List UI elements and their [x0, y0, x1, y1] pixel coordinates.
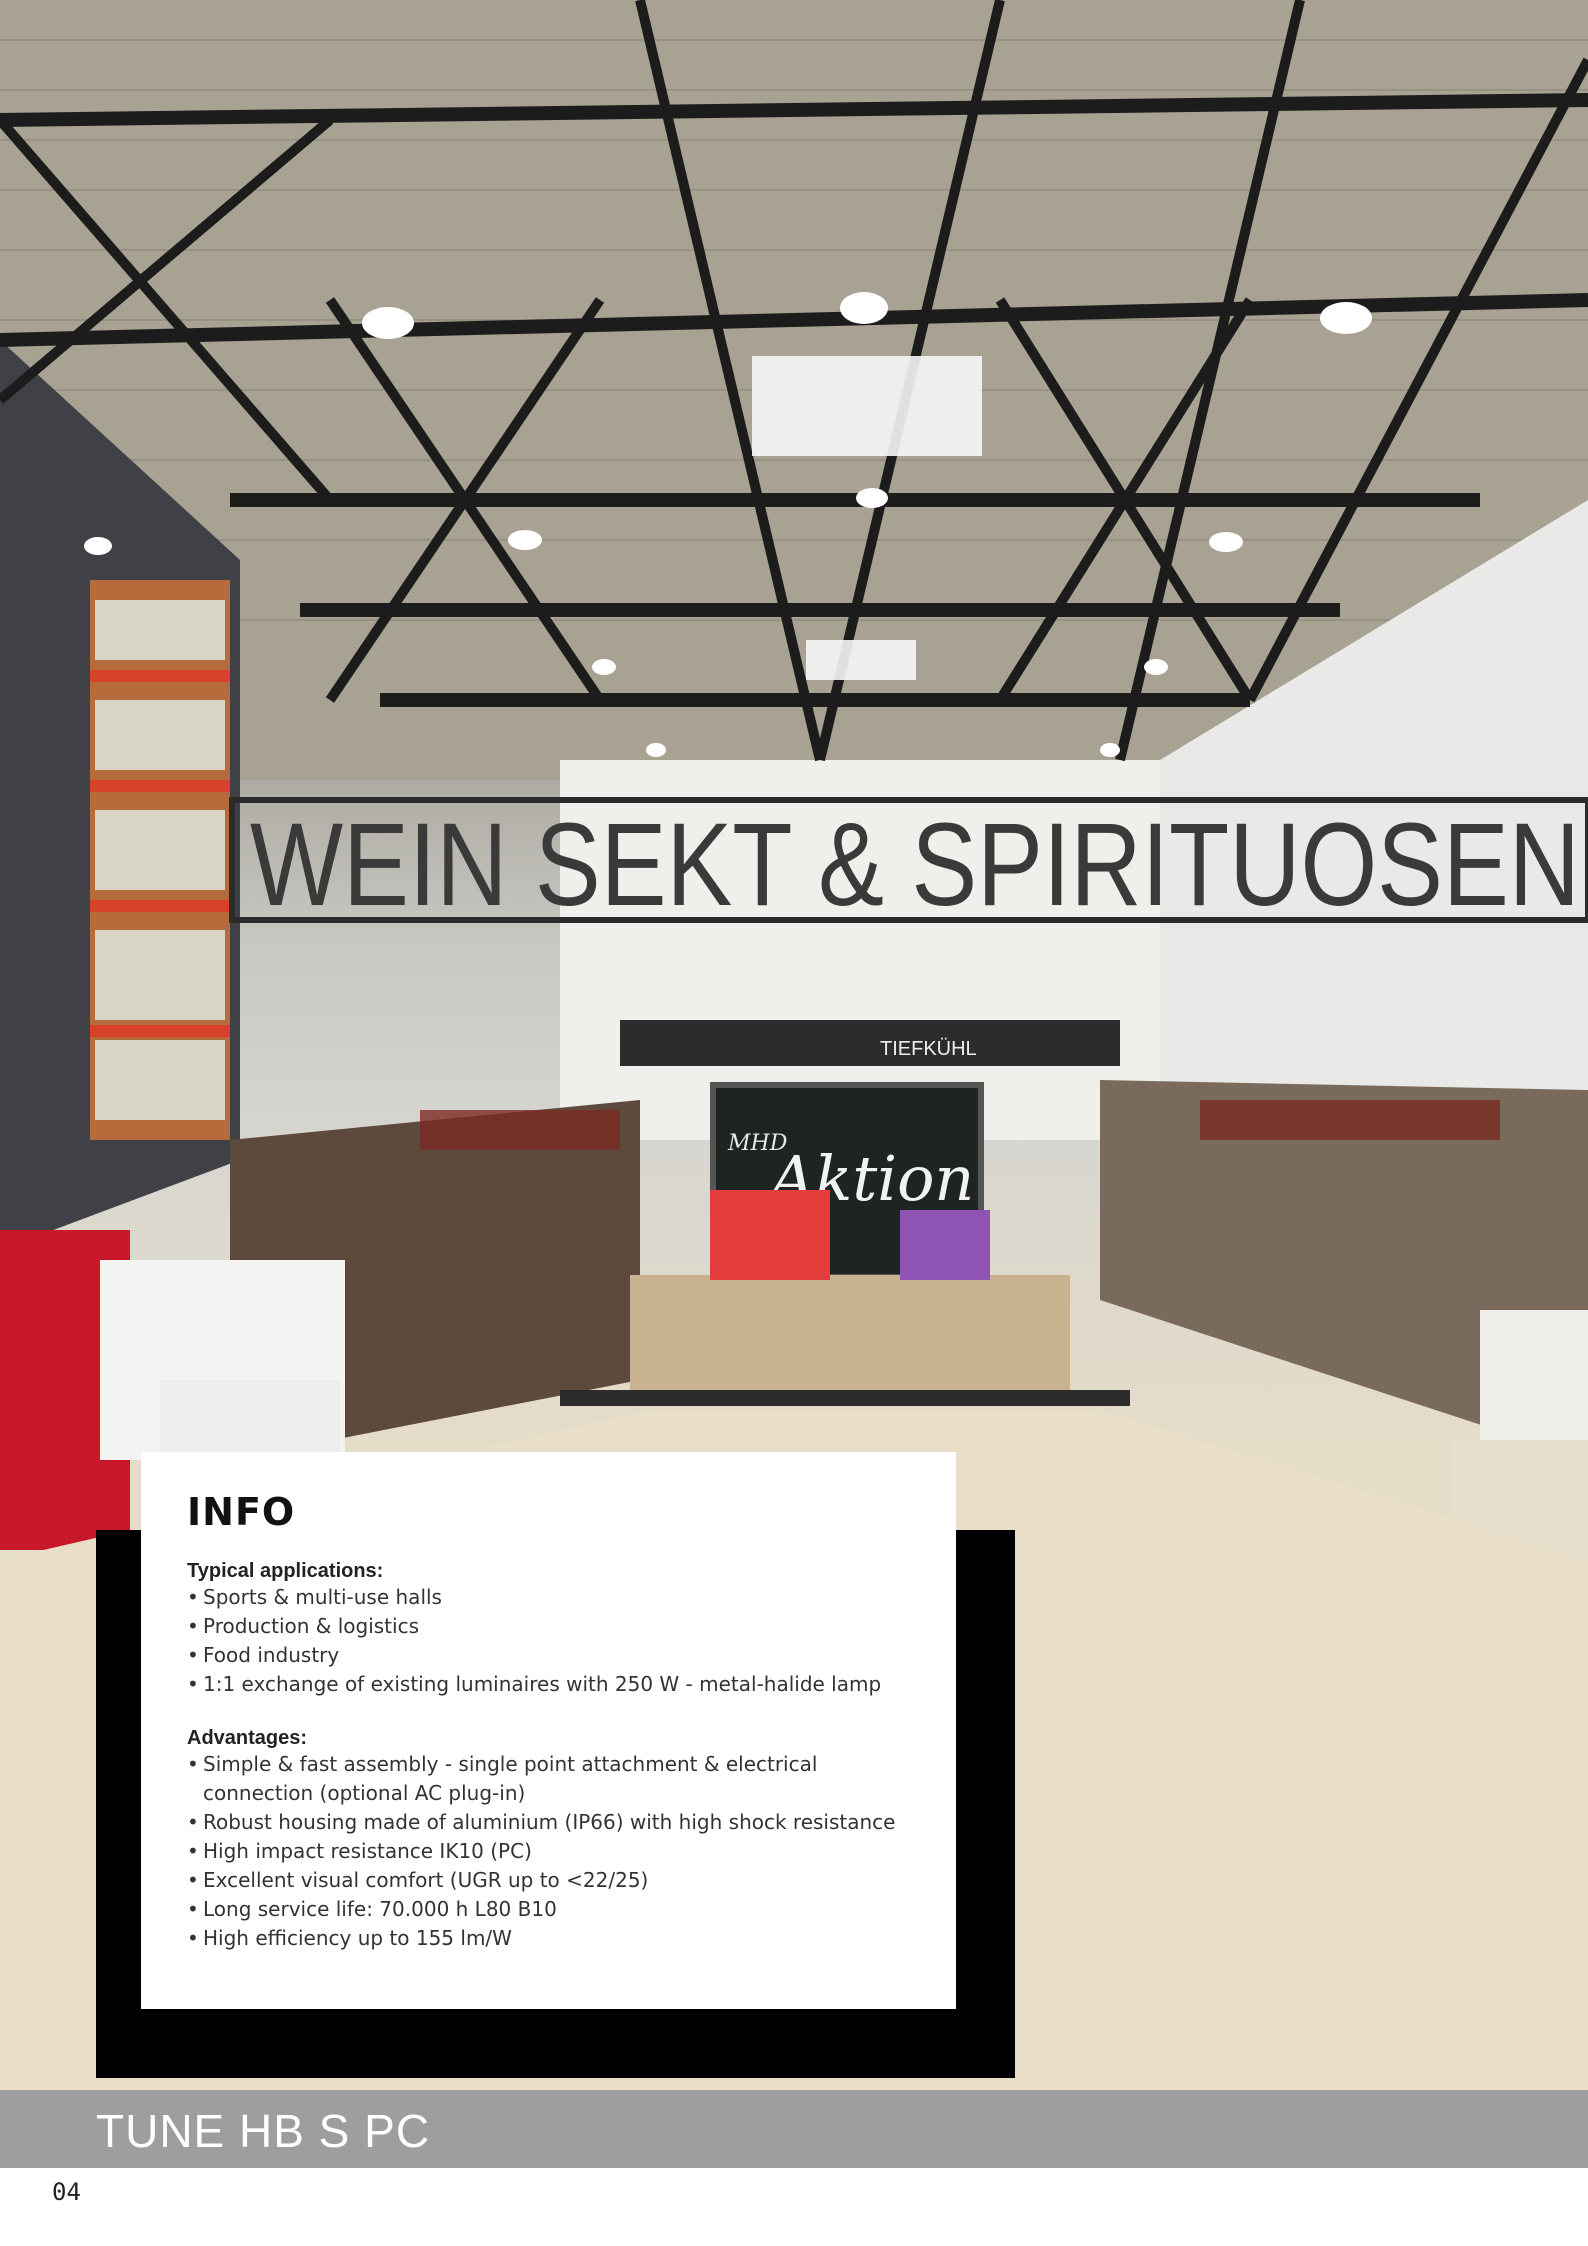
list-item: • 1:1 exchange of existing luminaires wit…: [187, 1672, 882, 1696]
product-title-bar: TUNE HB S PC: [0, 2090, 1588, 2168]
advantages-list: • Simple & fast assembly - single point a…: [187, 1750, 910, 1953]
applications-list: • Sports & multi-use halls • Production & …: [187, 1583, 910, 1699]
chalkboard-small-text: MHD: [727, 1131, 788, 1156]
list-item: • Robust housing made of aluminium (IP66)…: [187, 1810, 896, 1834]
applications-title: Typical applications:: [187, 1560, 384, 1582]
info-card: INFO Typical applications: • Sports & mul…: [141, 1452, 956, 2009]
list-item: • Food industry: [187, 1643, 340, 1667]
list-item: • Long service life: 70.000 h L80 B10: [187, 1897, 557, 1921]
advantages-title: Advantages:: [187, 1727, 308, 1749]
list-item: • Sports & multi-use halls: [187, 1585, 442, 1609]
tiefkuhl-label: TIEFKÜHL: [880, 1038, 977, 1060]
list-item: • Simple & fast assembly - single point a…: [187, 1752, 818, 1805]
list-item: • Excellent visual comfort (UGR up to <22…: [187, 1868, 649, 1892]
store-sign-text: WEIN SEKT & SPIRITUOSEN: [250, 799, 1580, 931]
product-model-title: TUNE HB S PC: [96, 2105, 431, 2157]
info-heading: INFO: [187, 1490, 296, 1534]
list-item: • High impact resistance IK10 (PC): [187, 1839, 532, 1863]
page-number: 04: [52, 2178, 81, 2206]
list-item: • Production & logistics: [187, 1614, 419, 1638]
list-item: • High efficiency up to 155 lm/W: [187, 1926, 512, 1950]
